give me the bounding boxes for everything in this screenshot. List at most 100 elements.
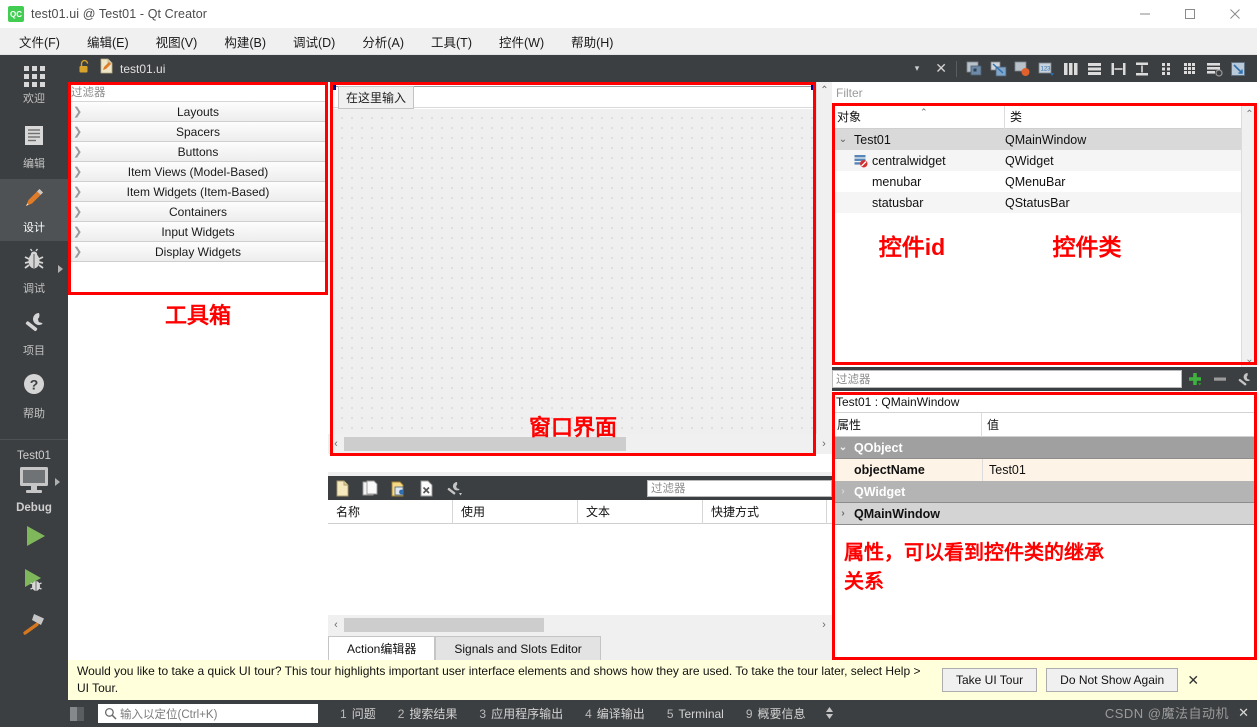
menu-file[interactable]: 文件(F) bbox=[8, 28, 71, 55]
form-preview[interactable]: 在这里输入 bbox=[330, 84, 817, 456]
splitter-vertical-icon[interactable] bbox=[1131, 59, 1153, 79]
sidebar-item-edit[interactable]: 编辑 bbox=[0, 117, 68, 179]
form-menu-bar[interactable]: 在这里输入 bbox=[333, 85, 814, 109]
status-item-terminal[interactable]: 5 Terminal bbox=[667, 707, 724, 721]
chevron-down-icon[interactable]: ⌄ bbox=[832, 134, 854, 145]
chevron-right-icon[interactable]: › bbox=[832, 508, 854, 519]
sidebar-item-projects[interactable]: 项目 bbox=[0, 303, 68, 365]
widget-category-display-widgets[interactable]: ❯ Display Widgets bbox=[68, 242, 328, 262]
do-not-show-again-button[interactable]: Do Not Show Again bbox=[1046, 668, 1179, 692]
debug-button[interactable] bbox=[0, 558, 68, 602]
form-central-widget[interactable] bbox=[333, 109, 814, 453]
file-dropdown-caret-icon[interactable]: ▾ bbox=[915, 63, 927, 74]
buddies-icon[interactable] bbox=[1011, 59, 1033, 79]
widget-category-item-widgets[interactable]: ❯ Item Widgets (Item-Based) bbox=[68, 182, 328, 202]
menu-build[interactable]: 构建(B) bbox=[213, 28, 277, 55]
widget-category-spacers[interactable]: ❯ Spacers bbox=[68, 122, 328, 142]
table-row[interactable]: menubar QMenuBar bbox=[832, 171, 1257, 192]
widget-category-input-widgets[interactable]: ❯ Input Widgets bbox=[68, 222, 328, 242]
hscroll-left-icon[interactable]: ‹ bbox=[328, 619, 344, 631]
menu-widgets[interactable]: 控件(W) bbox=[488, 28, 555, 55]
property-group-qwidget[interactable]: › QWidget bbox=[832, 481, 1257, 503]
action-column-text[interactable]: 文本 bbox=[578, 499, 703, 524]
kit-chevron-right-icon[interactable] bbox=[55, 478, 60, 486]
run-button[interactable] bbox=[0, 514, 68, 558]
form-menu-placeholder[interactable]: 在这里输入 bbox=[338, 85, 415, 109]
resize-handle-top-left[interactable] bbox=[330, 84, 336, 90]
chevron-down-icon[interactable]: ⌄ bbox=[832, 442, 854, 453]
status-item-application-output[interactable]: 3 应用程序输出 bbox=[479, 705, 563, 722]
menu-help[interactable]: 帮助(H) bbox=[560, 28, 624, 55]
menu-analyze[interactable]: 分析(A) bbox=[351, 28, 415, 55]
copy-icon[interactable] bbox=[356, 476, 384, 500]
sidebar-item-help[interactable]: ? 帮助 bbox=[0, 365, 68, 427]
menu-view[interactable]: 视图(V) bbox=[145, 28, 209, 55]
object-column-class[interactable]: 类 bbox=[1005, 104, 1241, 129]
wrench-icon[interactable] bbox=[440, 476, 468, 500]
widget-category-containers[interactable]: ❯ Containers bbox=[68, 202, 328, 222]
maximize-icon[interactable] bbox=[1167, 0, 1212, 28]
signals-slots-icon[interactable] bbox=[987, 59, 1009, 79]
property-row-objectname[interactable]: objectName Test01 bbox=[832, 459, 1257, 481]
edit-widgets-icon[interactable] bbox=[963, 59, 985, 79]
plus-icon[interactable] bbox=[1182, 367, 1207, 391]
property-column-name[interactable]: 属性 bbox=[832, 412, 982, 437]
property-group-qobject[interactable]: ⌄ QObject bbox=[832, 437, 1257, 459]
widget-box-filter[interactable]: 过滤器 bbox=[68, 82, 328, 102]
hscroll-track[interactable] bbox=[344, 618, 816, 632]
sidebar-item-welcome[interactable]: 欢迎 bbox=[0, 55, 68, 117]
status-item-compile-output[interactable]: 4 编译输出 bbox=[585, 705, 645, 722]
break-layout-icon[interactable] bbox=[1203, 59, 1225, 79]
scroll-up-icon[interactable]: ⌃ bbox=[820, 82, 828, 98]
menu-tools[interactable]: 工具(T) bbox=[420, 28, 483, 55]
minimize-icon[interactable] bbox=[1122, 0, 1167, 28]
open-file-name[interactable]: test01.ui bbox=[120, 62, 165, 76]
object-inspector-filter[interactable]: Filter bbox=[832, 82, 1257, 104]
lock-open-icon[interactable] bbox=[78, 59, 91, 79]
widget-category-item-views[interactable]: ❯ Item Views (Model-Based) bbox=[68, 162, 328, 182]
minus-icon[interactable] bbox=[1207, 367, 1232, 391]
status-item-overview[interactable]: 9 概要信息 bbox=[746, 705, 806, 722]
widget-category-layouts[interactable]: ❯ Layouts bbox=[68, 102, 328, 122]
scroll-up-icon[interactable]: ⌃ bbox=[1245, 106, 1253, 122]
splitter-horizontal-icon[interactable] bbox=[1107, 59, 1129, 79]
kit-selector[interactable]: Test01 Debug bbox=[0, 440, 68, 514]
property-column-value[interactable]: 值 bbox=[982, 413, 1257, 437]
hscroll-right-icon[interactable]: › bbox=[816, 619, 832, 631]
action-horizontal-scrollbar[interactable]: ‹ › bbox=[328, 615, 832, 635]
form-layout-icon[interactable] bbox=[1155, 59, 1177, 79]
widget-category-buttons[interactable]: ❯ Buttons bbox=[68, 142, 328, 162]
chevron-right-icon[interactable] bbox=[58, 265, 63, 273]
wrench-icon[interactable] bbox=[1232, 367, 1257, 391]
action-column-shortcut[interactable]: 快捷方式 bbox=[703, 499, 827, 524]
updown-icon[interactable] bbox=[824, 705, 835, 722]
property-value[interactable]: Test01 bbox=[982, 459, 1257, 481]
form-vertical-scrollbar[interactable]: ⌃ ⌄ bbox=[816, 82, 832, 450]
table-row[interactable]: ⌄ Test01 QMainWindow bbox=[832, 129, 1257, 150]
delete-file-icon[interactable] bbox=[412, 476, 440, 500]
object-column-object[interactable]: 对象 bbox=[832, 103, 1005, 129]
new-file-icon[interactable] bbox=[328, 476, 356, 500]
action-column-used[interactable]: 使用 bbox=[453, 499, 578, 524]
status-item-issues[interactable]: 1 问题 bbox=[340, 705, 376, 722]
layout-vertical-icon[interactable] bbox=[1083, 59, 1105, 79]
hscroll-right-icon[interactable]: › bbox=[816, 438, 832, 450]
tab-signals-slots-editor[interactable]: Signals and Slots Editor bbox=[435, 636, 601, 660]
action-column-name[interactable]: 名称 bbox=[328, 499, 453, 524]
status-close-icon[interactable]: ✕ bbox=[1238, 705, 1249, 721]
chevron-right-icon[interactable]: › bbox=[832, 486, 854, 497]
status-item-search-results[interactable]: 2 搜索结果 bbox=[398, 705, 458, 722]
paste-icon[interactable] bbox=[384, 476, 412, 500]
tab-action-editor[interactable]: Action编辑器 bbox=[328, 636, 436, 660]
build-button[interactable] bbox=[0, 602, 68, 646]
search-input[interactable]: 输入以定位(Ctrl+K) bbox=[98, 704, 318, 723]
sidebar-item-debug[interactable]: 调试 bbox=[0, 241, 68, 303]
table-row[interactable]: statusbar QStatusBar bbox=[832, 192, 1257, 213]
close-banner-icon[interactable]: ✕ bbox=[1178, 672, 1208, 689]
property-filter-input[interactable]: 过滤器 bbox=[832, 370, 1182, 388]
take-ui-tour-button[interactable]: Take UI Tour bbox=[942, 668, 1038, 692]
table-row[interactable]: centralwidget QWidget bbox=[832, 150, 1257, 171]
menu-edit[interactable]: 编辑(E) bbox=[76, 28, 140, 55]
menu-debug[interactable]: 调试(D) bbox=[282, 28, 346, 55]
close-icon[interactable] bbox=[1212, 0, 1257, 28]
